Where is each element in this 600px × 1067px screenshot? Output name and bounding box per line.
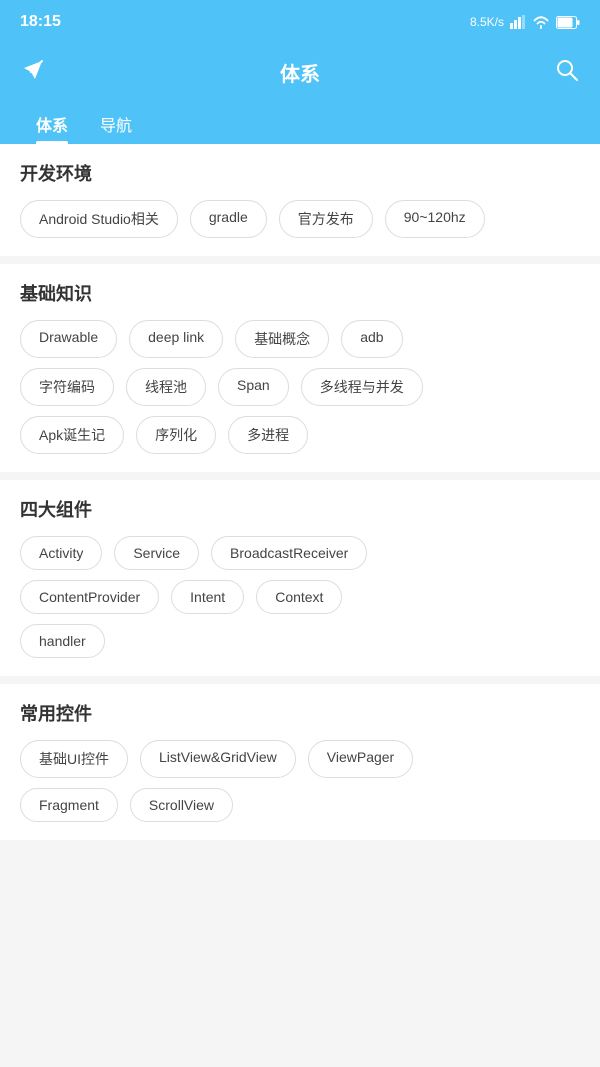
tag-char-encoding[interactable]: 字符编码 [20,368,114,406]
tag-drawable[interactable]: Drawable [20,320,117,358]
tags-row-basic-2: 字符编码 线程池 Span 多线程与并发 [20,368,580,406]
status-bar: 18:15 8.5K/s [0,0,600,44]
tag-official-release[interactable]: 官方发布 [279,200,373,238]
tag-android-studio[interactable]: Android Studio相关 [20,200,178,238]
tag-scrollview[interactable]: ScrollView [130,788,233,822]
tag-handler[interactable]: handler [20,624,105,658]
divider-1 [0,256,600,264]
section-dev-env: 开发环境 Android Studio相关 gradle 官方发布 90~120… [0,144,600,256]
tags-row-basic-3: Apk诞生记 序列化 多进程 [20,416,580,454]
divider-2 [0,472,600,480]
tags-row-controls-1: 基础UI控件 ListView&GridView ViewPager [20,740,580,778]
section-common-controls: 常用控件 基础UI控件 ListView&GridView ViewPager … [0,684,600,840]
tag-90-120hz[interactable]: 90~120hz [385,200,485,238]
search-icon[interactable] [554,57,580,88]
title-bar-right[interactable] [554,57,580,88]
tags-row-controls-2: Fragment ScrollView [20,788,580,822]
title-bar: 体系 [0,44,600,100]
nav-tabs: 体系 导航 [0,100,600,144]
tag-intent[interactable]: Intent [171,580,244,614]
tab-daohang[interactable]: 导航 [84,104,148,144]
tag-basic-concept[interactable]: 基础概念 [235,320,329,358]
tag-thread-pool[interactable]: 线程池 [126,368,206,406]
tags-row-four-1: Activity Service BroadcastReceiver [20,536,580,570]
tags-row-basic-1: Drawable deep link 基础概念 adb [20,320,580,358]
tag-broadcast-receiver[interactable]: BroadcastReceiver [211,536,367,570]
status-time: 18:15 [20,13,61,31]
tags-row-dev-env: Android Studio相关 gradle 官方发布 90~120hz [20,200,580,238]
battery-icon [556,16,580,29]
tag-deep-link[interactable]: deep link [129,320,223,358]
tag-listview-gridview[interactable]: ListView&GridView [140,740,296,778]
section-four-components: 四大组件 Activity Service BroadcastReceiver … [0,480,600,676]
title-bar-left[interactable] [20,57,46,88]
section-title-four: 四大组件 [20,496,580,522]
status-icons: 8.5K/s [470,15,580,29]
tags-row-four-2: ContentProvider Intent Context [20,580,580,614]
tag-context[interactable]: Context [256,580,342,614]
tag-gradle[interactable]: gradle [190,200,267,238]
send-icon[interactable] [20,57,46,88]
tag-basic-ui[interactable]: 基础UI控件 [20,740,128,778]
page-title: 体系 [280,58,320,87]
signal-icon [510,15,526,29]
divider-3 [0,676,600,684]
tag-multi-thread[interactable]: 多线程与并发 [301,368,423,406]
tag-fragment[interactable]: Fragment [20,788,118,822]
tag-serialization[interactable]: 序列化 [136,416,216,454]
tag-adb[interactable]: adb [341,320,402,358]
tags-row-four-3: handler [20,624,580,658]
tag-span[interactable]: Span [218,368,289,406]
tag-viewpager[interactable]: ViewPager [308,740,413,778]
content-area: 开发环境 Android Studio相关 gradle 官方发布 90~120… [0,144,600,840]
section-title-dev-env: 开发环境 [20,160,580,186]
tag-multi-process[interactable]: 多进程 [228,416,308,454]
section-title-basic: 基础知识 [20,280,580,306]
tag-service[interactable]: Service [114,536,199,570]
tag-content-provider[interactable]: ContentProvider [20,580,159,614]
wifi-icon [532,15,550,29]
section-basic-knowledge: 基础知识 Drawable deep link 基础概念 adb 字符编码 线程… [0,264,600,472]
tag-apk-life[interactable]: Apk诞生记 [20,416,124,454]
tag-activity[interactable]: Activity [20,536,102,570]
tab-tixì[interactable]: 体系 [20,104,84,144]
section-title-controls: 常用控件 [20,700,580,726]
network-speed: 8.5K/s [470,15,504,29]
